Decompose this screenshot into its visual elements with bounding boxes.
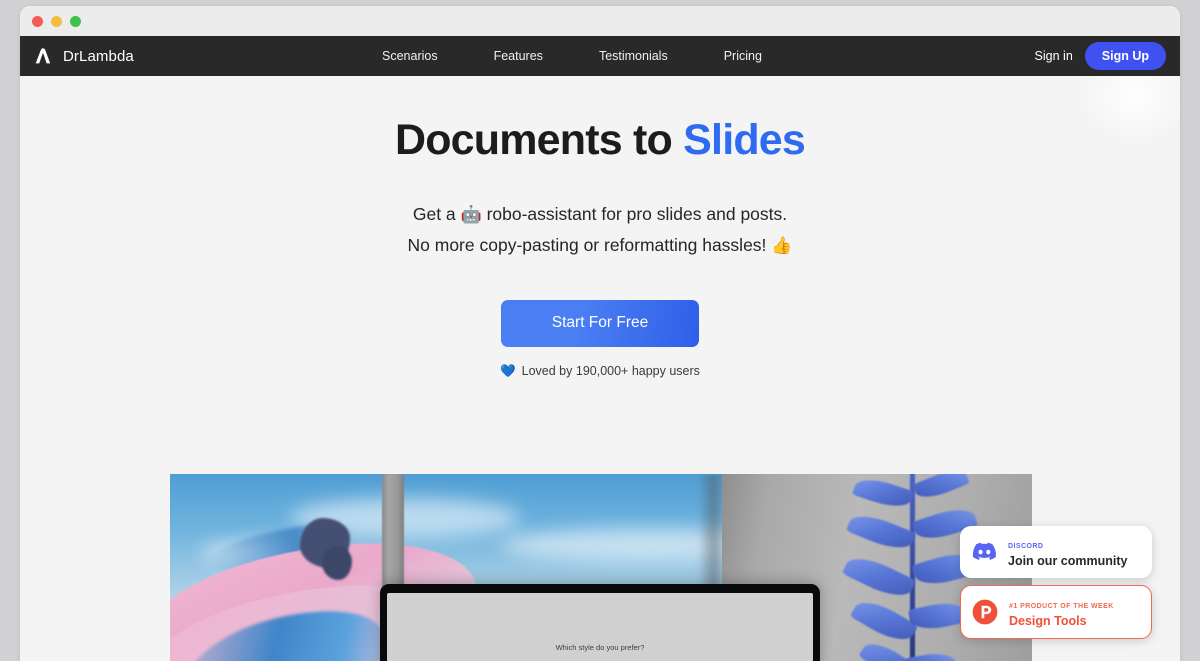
plant-leaf (841, 549, 917, 605)
sign-up-button[interactable]: Sign Up (1084, 42, 1166, 70)
close-window-button[interactable] (32, 15, 43, 27)
window-titlebar (20, 6, 1180, 36)
brand-logo[interactable]: DrLambda (32, 45, 134, 67)
maximize-window-button[interactable] (70, 15, 81, 27)
hero-subtitle-line-1: Get a 🤖 robo-assistant for pro slides an… (20, 199, 1180, 229)
hero-subtitle: Get a 🤖 robo-assistant for pro slides an… (20, 199, 1180, 259)
product-hunt-icon (972, 599, 998, 625)
headline-accent: Slides (683, 116, 806, 164)
nav-link-pricing[interactable]: Pricing (724, 49, 762, 63)
minimize-window-button[interactable] (51, 15, 62, 27)
lambda-logo-icon (32, 45, 54, 67)
rock-shape (322, 546, 352, 580)
laptop-screen: Which style do you prefer? We'll create … (387, 593, 813, 661)
product-hunt-badge-text: #1 PRODUCT OF THE WEEK Design Tools (1009, 595, 1114, 629)
discord-icon (971, 542, 997, 562)
laptop-mockup: Which style do you prefer? We'll create … (380, 584, 820, 661)
subtitle-line2-pre: No more copy-pasting or reformatting has… (407, 234, 772, 255)
plant-leaf (849, 593, 919, 649)
discord-badge-text: DISCORD Join our community (1008, 535, 1127, 569)
nav-link-features[interactable]: Features (494, 49, 543, 63)
brand-name: DrLambda (63, 47, 134, 65)
discord-badge[interactable]: DISCORD Join our community (960, 525, 1152, 578)
plant-leaf (845, 508, 917, 556)
start-for-free-button[interactable]: Start For Free (501, 299, 699, 347)
discord-badge-title: Join our community (1008, 553, 1128, 568)
page-content: Documents to Slides Get a 🤖 robo-assista… (20, 76, 1180, 661)
product-hunt-badge-title: Design Tools (1009, 613, 1087, 628)
discord-badge-label: DISCORD (1008, 542, 1044, 550)
page-title: Documents to Slides (20, 116, 1180, 164)
blue-heart-icon: 💙 (500, 363, 516, 378)
nav-links: Scenarios Features Testimonials Pricing (382, 36, 762, 76)
floating-badges: DISCORD Join our community #1 PRODUCT OF… (960, 525, 1152, 639)
sign-in-link[interactable]: Sign in (1035, 49, 1073, 63)
hero-subtitle-line-2: No more copy-pasting or reformatting has… (20, 230, 1180, 260)
product-hunt-badge-label: #1 PRODUCT OF THE WEEK (1009, 602, 1114, 610)
product-hunt-badge[interactable]: #1 PRODUCT OF THE WEEK Design Tools (960, 584, 1152, 639)
navbar-actions: Sign in Sign Up (1035, 42, 1166, 70)
screen-question-title: Which style do you prefer? (555, 643, 645, 652)
hero-section: Documents to Slides Get a 🤖 robo-assista… (20, 76, 1180, 379)
hero-illustration: Which style do you prefer? We'll create … (170, 474, 1032, 661)
nav-link-scenarios[interactable]: Scenarios (382, 49, 438, 63)
thumbs-up-emoji-icon: 👍 (771, 235, 793, 255)
social-proof: 💙 Loved by 190,000+ happy users (20, 364, 1180, 379)
subtitle-line1-post: robo-assistant for pro slides and posts. (481, 204, 788, 225)
nav-link-testimonials[interactable]: Testimonials (599, 49, 668, 63)
headline-plain: Documents to (394, 116, 684, 164)
plant-leaf (908, 598, 968, 634)
site-navbar: DrLambda Scenarios Features Testimonials… (20, 36, 1180, 76)
social-proof-label: Loved by 190,000+ happy users (521, 364, 700, 379)
subtitle-line1-pre: Get a (412, 204, 461, 225)
robot-emoji-icon: 🤖 (460, 205, 482, 225)
cta-container: Start For Free (20, 299, 1180, 347)
plant-leaf (912, 474, 970, 504)
browser-window: DrLambda Scenarios Features Testimonials… (20, 6, 1180, 661)
plant-leaf (852, 474, 914, 513)
